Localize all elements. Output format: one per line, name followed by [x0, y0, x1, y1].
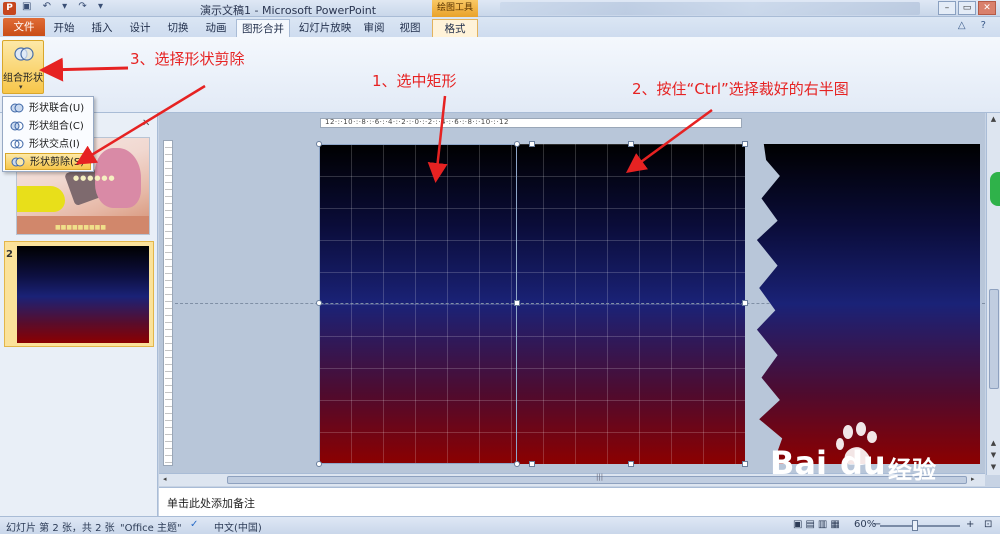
ribbon-tab-row: 文件 开始 插入 设计 切换 动画 图形合并 幻灯片放映 审阅 视图 格式 △ …	[0, 17, 1000, 37]
combine-shapes-icon	[14, 47, 34, 61]
notes-placeholder: 单击此处添加备注	[167, 497, 255, 510]
menu-item-label: 形状剪除(S)	[30, 157, 85, 168]
shape-subtract-icon	[11, 157, 25, 167]
annotation-step2: 2、按住“Ctrl”选择裁好的右半图	[632, 80, 849, 98]
grip-icon: |||	[596, 473, 604, 481]
combine-shapes-button[interactable]: 组合形状 ▾	[2, 40, 44, 94]
resize-handle[interactable]	[742, 461, 748, 467]
tab-home[interactable]: 开始	[50, 19, 78, 37]
menu-item-label: 形状组合(C)	[29, 121, 84, 132]
thumb-dots: ●●●●●●	[73, 174, 116, 182]
watermark-brand: Bai	[770, 444, 827, 482]
zoom-in-button[interactable]: +	[966, 519, 974, 530]
menu-item-subtract[interactable]: 形状剪除(S)	[5, 153, 91, 170]
drawing-tools-context-label: 绘图工具	[432, 0, 478, 17]
zoom-slider[interactable]	[880, 525, 960, 527]
scroll-left-icon[interactable]: ◂	[163, 475, 167, 483]
vertical-ruler	[163, 140, 173, 466]
combine-shapes-menu: 形状联合(U) 形状组合(C) 形状交点(I) 形状剪除(S)	[2, 96, 94, 172]
annotation-step1: 1、选中矩形	[372, 72, 457, 90]
resize-handle[interactable]	[316, 461, 322, 467]
resize-handle[interactable]	[316, 141, 322, 147]
combine-shapes-label: 组合形状	[3, 73, 43, 84]
resize-handle[interactable]	[628, 461, 634, 467]
tab-file[interactable]: 文件	[3, 18, 45, 36]
slide-thumbnail-2[interactable]	[17, 246, 149, 343]
tab-design[interactable]: 设计	[126, 19, 154, 37]
close-button[interactable]: ✕	[978, 1, 996, 15]
resize-handle[interactable]	[514, 300, 520, 306]
watermark-url: jingyan.baidu.com	[774, 488, 904, 504]
ruler-ticks: 12·:·10·:·8·:·6·:·4·:·2·:·0·:·2·:·4·:·6·…	[325, 118, 509, 126]
menu-item-combine[interactable]: 形状组合(C)	[5, 118, 91, 135]
shape-intersect-icon	[10, 139, 24, 149]
blurred-taskbar-region	[500, 2, 920, 15]
close-icon[interactable]: ✕	[142, 118, 150, 129]
slide-number-2: 2	[6, 249, 13, 260]
resize-handle[interactable]	[742, 300, 748, 306]
quick-access-toolbar[interactable]: ▣ ↶ ▾ ↷ ▾	[22, 1, 107, 12]
floating-widget[interactable]	[990, 172, 1000, 206]
view-buttons[interactable]: ▣▤▥▦	[793, 519, 843, 530]
watermark-cn: 经验	[888, 456, 936, 484]
powerpoint-logo-icon[interactable]: P	[3, 2, 16, 15]
slide-counter: 幻灯片 第 2 张，共 2 张	[6, 523, 115, 534]
window-controls: – ▭ ✕	[938, 1, 996, 15]
window-title: 演示文稿1 - Microsoft PowerPoint	[200, 4, 377, 17]
tab-transitions[interactable]: 切换	[164, 19, 192, 37]
baidu-watermark: Bai du 经验 jingyan.baidu.com	[770, 420, 980, 512]
tab-animations[interactable]: 动画	[202, 19, 230, 37]
selected-rectangle[interactable]	[319, 144, 517, 464]
shape-combine-icon	[10, 121, 24, 131]
tab-view[interactable]: 视图	[396, 19, 424, 37]
tab-review[interactable]: 审阅	[360, 19, 388, 37]
status-bar: 幻灯片 第 2 张，共 2 张 "Office 主题" ✓ 中文(中国) ▣▤▥…	[0, 516, 1000, 534]
scroll-thumb[interactable]	[989, 289, 999, 389]
scroll-up-icon[interactable]: ▲	[988, 115, 999, 123]
help-icon[interactable]: △ ?	[958, 20, 992, 31]
language-indicator[interactable]: 中文(中国)	[214, 519, 262, 534]
tab-slideshow[interactable]: 幻灯片放映	[296, 19, 354, 37]
chevron-down-icon: ▾	[19, 83, 23, 91]
tab-combine-shapes[interactable]: 图形合并	[236, 19, 290, 37]
resize-handle[interactable]	[514, 461, 520, 467]
shape-union-icon	[10, 103, 24, 113]
resize-handle[interactable]	[514, 141, 520, 147]
prev-slide-icon[interactable]: ▲	[988, 439, 999, 447]
title-bar: P ▣ ↶ ▾ ↷ ▾ 演示文稿1 - Microsoft PowerPoint…	[0, 0, 1000, 17]
thumb-text: ■■■■■■■■■	[55, 224, 107, 231]
menu-item-union[interactable]: 形状联合(U)	[5, 100, 91, 117]
next-slide-icon[interactable]: ▼	[988, 451, 999, 459]
ruler-ticks	[165, 141, 172, 465]
theme-name[interactable]: "Office 主题"	[120, 519, 182, 534]
maximize-button[interactable]: ▭	[958, 1, 976, 15]
menu-item-intersect[interactable]: 形状交点(I)	[5, 136, 91, 153]
resize-handle[interactable]	[529, 141, 535, 147]
resize-handle[interactable]	[742, 141, 748, 147]
resize-handle[interactable]	[529, 461, 535, 467]
vertical-scrollbar[interactable]: ▲ ▲ ▼ ▼	[986, 113, 1000, 475]
thumb-shape	[17, 186, 65, 212]
tab-insert[interactable]: 插入	[88, 19, 116, 37]
resize-handle[interactable]	[628, 141, 634, 147]
menu-item-label: 形状交点(I)	[29, 139, 80, 150]
minimize-button[interactable]: –	[938, 1, 956, 15]
spellcheck-icon[interactable]: ✓	[190, 519, 198, 530]
menu-item-label: 形状联合(U)	[29, 103, 85, 114]
watermark-brand-suffix: du	[840, 444, 886, 482]
fit-slide-icon[interactable]: ⊡	[984, 519, 992, 530]
resize-handle[interactable]	[316, 300, 322, 306]
tab-format[interactable]: 格式	[432, 19, 478, 37]
cropped-right-half-shape[interactable]	[756, 144, 980, 464]
annotation-step3: 3、选择形状剪除	[130, 50, 245, 68]
zoom-slider-handle[interactable]	[912, 520, 918, 531]
horizontal-ruler: 12·:·10·:·8·:·6·:·4·:·2·:·0·:·2·:·4·:·6·…	[320, 118, 742, 128]
scroll-down-icon[interactable]: ▼	[988, 463, 999, 471]
